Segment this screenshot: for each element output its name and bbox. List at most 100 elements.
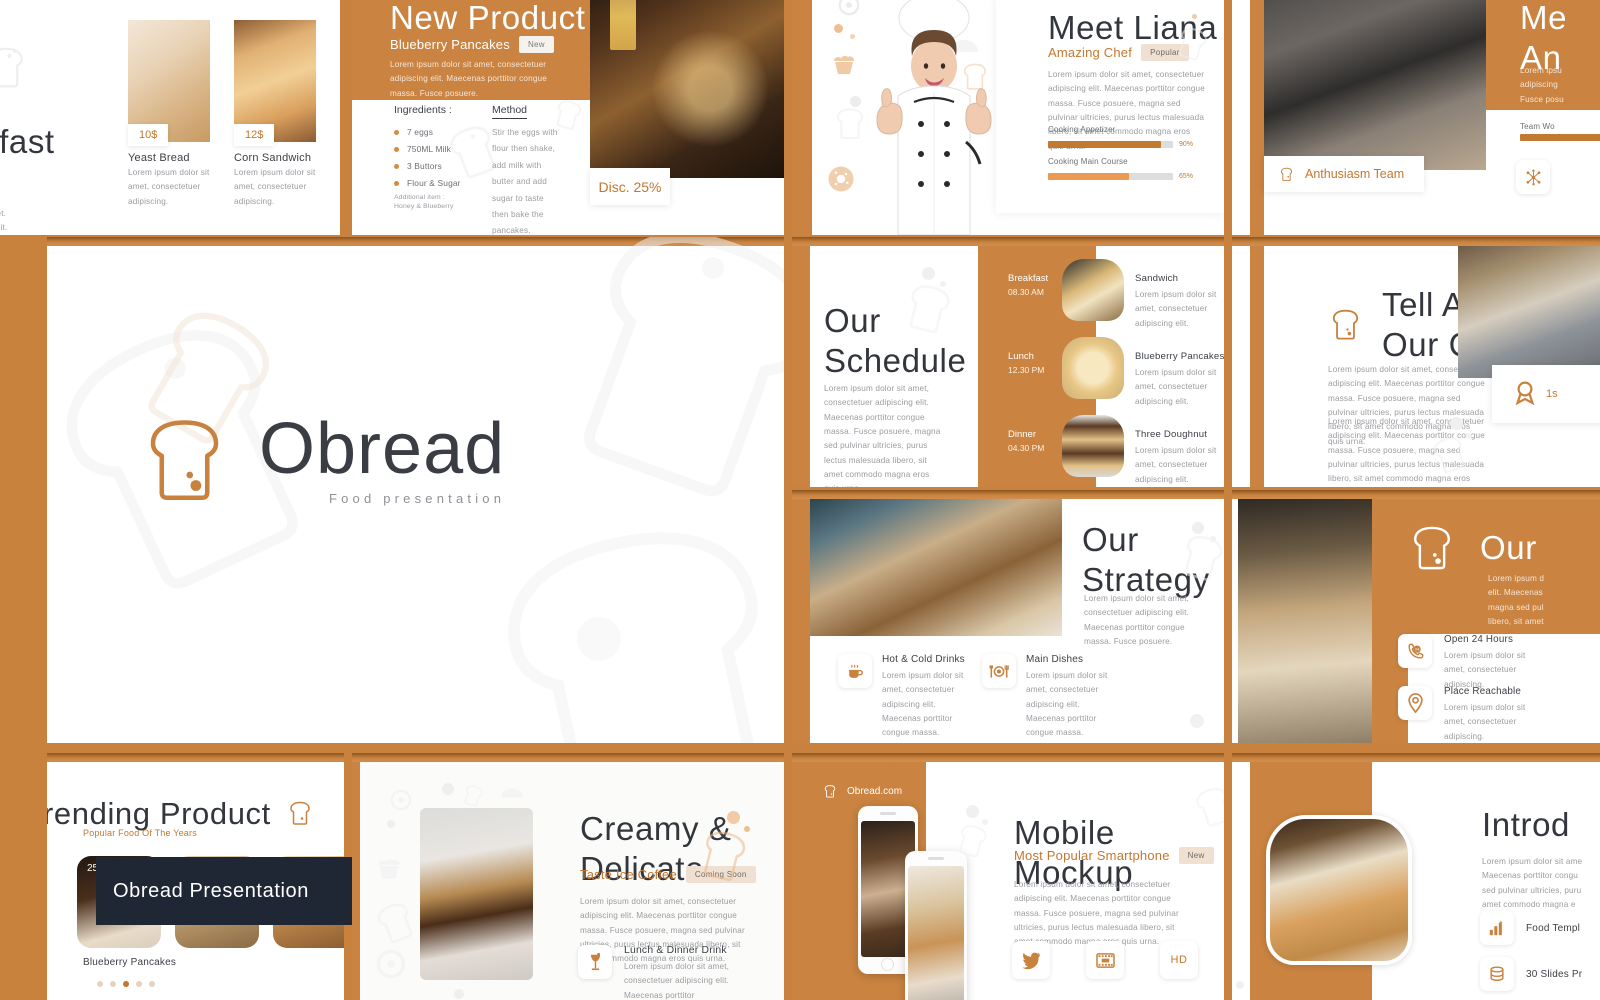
pager-dot[interactable] bbox=[110, 981, 116, 987]
new-product-body: Lorem ipsum dolor sit amet, consectetuer… bbox=[390, 60, 547, 98]
breakfast-title: kfast bbox=[0, 123, 55, 160]
chef-photo bbox=[854, 0, 1014, 235]
deco-dot bbox=[577, 617, 621, 661]
food-chart-icon bbox=[1488, 919, 1506, 937]
slide-creamy-delicate[interactable]: Creamy & Delicate Taste Ice Coffee Comin… bbox=[352, 753, 784, 1000]
pager-dot[interactable] bbox=[97, 981, 103, 987]
slide-top-accent-bar bbox=[1232, 490, 1600, 499]
slide-our-schedule[interactable]: Our Schedule Lorem ipsum dolor sit amet,… bbox=[792, 237, 1224, 487]
slide-top-accent-bar bbox=[352, 753, 784, 762]
schedule-desc: Lorem ipsum dolor sit amet, consectetuer… bbox=[1135, 446, 1217, 484]
schedule-dish: Blueberry Pancakes bbox=[1135, 351, 1224, 362]
strategy-feature-desc: Lorem ipsum dolor sit amet, consectetuer… bbox=[882, 671, 964, 743]
brand-tagline: Food presentation bbox=[328, 491, 506, 507]
coffee-cup-icon-button[interactable] bbox=[838, 654, 872, 688]
bread-slice-icon bbox=[1326, 305, 1365, 345]
discount-card: Disc. 25% bbox=[590, 168, 670, 205]
food-chart-icon-button[interactable] bbox=[1480, 911, 1514, 945]
strategy-body: Lorem ipsum dolor sit amet, consectetuer… bbox=[1084, 594, 1190, 647]
brand-name: Obread bbox=[259, 408, 506, 489]
slide-new-product[interactable]: New Product Blueberry Pancakes New Lorem… bbox=[352, 0, 784, 235]
bread-watermark-icon bbox=[527, 237, 784, 527]
method-body: Stir the eggs with flour then shake, add… bbox=[492, 128, 558, 235]
meet-liana-left-accent bbox=[792, 0, 812, 235]
mobile-subtitle: Most Popular Smartphone bbox=[1014, 848, 1170, 863]
network-nodes-icon-button[interactable] bbox=[1516, 160, 1550, 194]
slide-meet-team[interactable]: Me An Lorem ipsu adipiscing Fusce posu A… bbox=[1232, 0, 1600, 235]
method-heading: Method bbox=[492, 104, 528, 119]
team-skill-label: Team Wo bbox=[1520, 122, 1555, 131]
slide-introduction[interactable]: Introd Lorem ipsum dolor sit ame Maecena… bbox=[1232, 753, 1600, 1000]
hd-badge-label: HD bbox=[1170, 954, 1188, 966]
carousel-pager[interactable] bbox=[97, 981, 155, 987]
meet-liana-subtitle: Amazing Chef bbox=[1048, 45, 1133, 60]
creamy-drink-photo bbox=[420, 808, 533, 980]
service-feature-title: Place Reachable bbox=[1444, 686, 1522, 697]
mobile-badge: New bbox=[1178, 847, 1214, 864]
bread-watermark-icon bbox=[0, 42, 32, 94]
schedule-time: 04.30 PM bbox=[1008, 443, 1045, 453]
pager-dot-active[interactable] bbox=[123, 981, 129, 987]
ingredient-item: 3 Buttors bbox=[407, 161, 442, 172]
bread-slice-icon bbox=[285, 798, 315, 829]
deco-dot bbox=[1192, 522, 1204, 534]
map-pin-icon-button[interactable] bbox=[1398, 686, 1432, 720]
ingredients-heading: Ingredients : bbox=[394, 104, 452, 116]
phone-24h-icon-button[interactable]: 24 bbox=[1398, 634, 1432, 668]
service-feature: 24 Open 24 Hours Lorem ipsum dolor sit a… bbox=[1398, 634, 1532, 692]
creamy-subtitle: Taste Ice Coffee bbox=[580, 867, 677, 882]
service-shop-photo bbox=[1238, 499, 1372, 743]
slide-our-service[interactable]: Our Lorem ipsum d elit. Maecenas magna s… bbox=[1232, 490, 1600, 743]
new-product-subtitle: Blueberry Pancakes bbox=[390, 37, 510, 52]
slide-breakfast[interactable]: kfast t amet. ing elit. ongue massa. a s… bbox=[0, 0, 340, 235]
breakfast-item-name-2: Corn Sandwich bbox=[234, 152, 312, 164]
new-product-title: New Product bbox=[390, 0, 586, 36]
hd-badge-icon-button[interactable]: HD bbox=[1160, 941, 1198, 979]
tell-about-left-accent bbox=[1250, 246, 1264, 487]
breakfast-price-2: 12$ bbox=[234, 124, 275, 146]
slide-mobile-mockup[interactable]: Obread.com Mobile Mockup Most Popular Sm… bbox=[792, 753, 1224, 1000]
team-kitchen-photo bbox=[1264, 0, 1486, 170]
slide-our-strategy[interactable]: Our Strategy Lorem ipsum dolor sit amet,… bbox=[792, 490, 1224, 743]
deco-dot bbox=[834, 24, 843, 33]
schedule-row: Dinner 04.30 PM bbox=[1008, 429, 1044, 453]
slide-logo-cover[interactable]: Obread Food presentation bbox=[47, 237, 784, 743]
twitter-bird-icon-button[interactable] bbox=[1012, 941, 1050, 979]
slides-stack-icon-button[interactable] bbox=[1480, 957, 1514, 991]
trending-subtitle: Popular Food Of The Years bbox=[83, 828, 197, 838]
creamy-feature-title: Lunch & Dinner Drink bbox=[624, 945, 727, 956]
cocktail-glass-icon-button[interactable] bbox=[578, 945, 612, 979]
ingredient-item: Flour & Sugar bbox=[407, 178, 461, 189]
cocktail-glass-icon bbox=[587, 952, 604, 972]
schedule-dish-photo bbox=[1062, 259, 1124, 321]
team-skill-progress-bar bbox=[1520, 134, 1600, 141]
map-pin-icon bbox=[1407, 693, 1424, 714]
strategy-title: Our Strategy bbox=[1082, 521, 1210, 599]
slide-top-accent-bar bbox=[47, 237, 784, 246]
schedule-dish-photo bbox=[1062, 337, 1124, 399]
pager-dot[interactable] bbox=[149, 981, 155, 987]
schedule-dish-photo bbox=[1062, 415, 1124, 477]
cafe-crowd-photo bbox=[1458, 246, 1600, 378]
meet-team-body: Lorem ipsu adipiscing Fusce posu bbox=[1520, 66, 1564, 104]
filmstrip-icon-button[interactable] bbox=[1086, 941, 1124, 979]
service-feature-desc: Lorem ipsum dolor sit amet, consectetuer… bbox=[1444, 703, 1526, 741]
slide-top-accent-bar bbox=[1232, 237, 1600, 246]
intro-title: Introd bbox=[1482, 806, 1570, 843]
creamy-left-accent bbox=[352, 762, 360, 1000]
twitter-bird-icon bbox=[1021, 952, 1041, 969]
service-title: Our bbox=[1480, 529, 1537, 567]
meet-liana-badge: Popular bbox=[1141, 44, 1189, 61]
skill-value: 90% bbox=[1179, 141, 1194, 148]
schedule-row: Lunch 12.30 PM bbox=[1008, 351, 1044, 375]
intro-feature-title: 30 Slides Pr bbox=[1526, 968, 1583, 980]
slide-meet-liana[interactable]: Meet Liana Amazing Chef Popular Lorem ip… bbox=[792, 0, 1224, 235]
cutlery-plate-icon-button[interactable] bbox=[982, 654, 1016, 688]
strategy-feature: Hot & Cold Drinks Lorem ipsum dolor sit … bbox=[838, 654, 968, 743]
new-product-badge: New bbox=[518, 36, 554, 53]
slide-top-accent-bar bbox=[792, 490, 1224, 499]
slide-tell-about[interactable]: Tell About Our Café Lorem ipsum dolor si… bbox=[1232, 237, 1600, 487]
bullet-dot-icon bbox=[394, 164, 399, 169]
bullet-dot-icon bbox=[394, 130, 399, 135]
pager-dot[interactable] bbox=[136, 981, 142, 987]
